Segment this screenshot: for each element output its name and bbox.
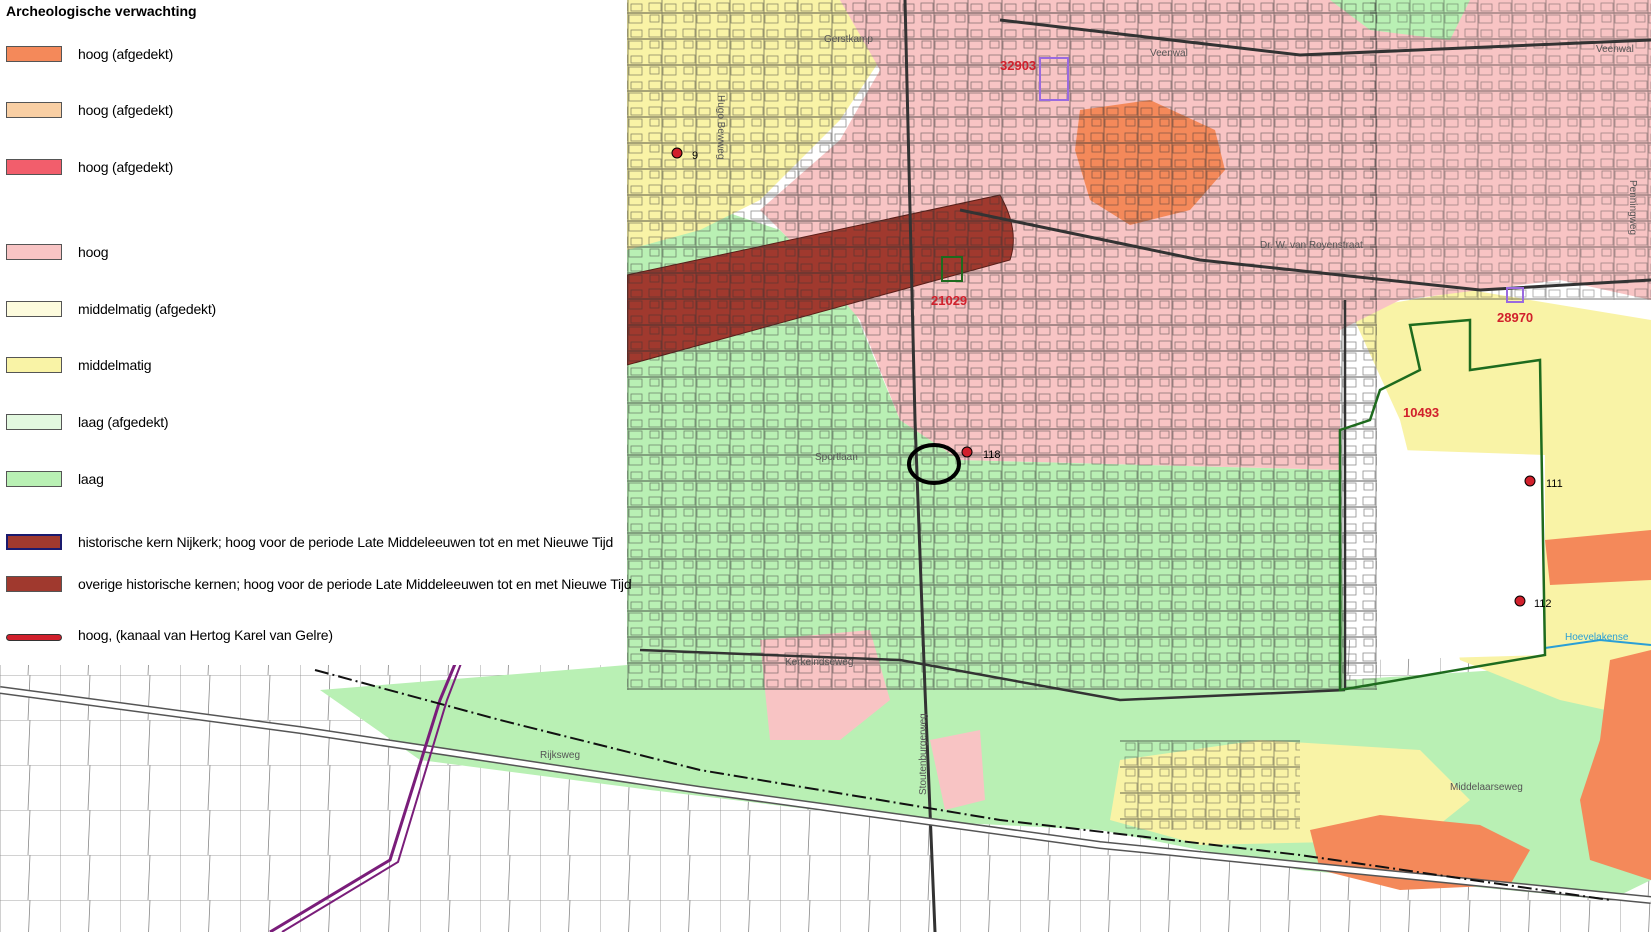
- legend-label: laag (afgedekt): [78, 414, 169, 430]
- point-label-9: 9: [692, 150, 698, 162]
- point-label-111: 111: [1546, 478, 1563, 490]
- street-label: Hugo Bewweg: [715, 95, 726, 159]
- legend-swatch: [6, 244, 62, 260]
- legend-label: middelmatig (afgedekt): [78, 301, 216, 317]
- site-label-32903: 32903: [1000, 58, 1036, 73]
- legend-title: Archeologische verwachting: [6, 3, 197, 19]
- legend-item-low: laag: [6, 470, 621, 490]
- legend-label: middelmatig: [78, 357, 152, 373]
- map-legend: Archeologische verwachting hoog (afgedek…: [0, 0, 632, 665]
- legend-item-high-covered-peach: hoog (afgedekt): [6, 101, 621, 121]
- legend-swatch: [6, 534, 62, 550]
- point-marker-118[interactable]: [961, 446, 973, 458]
- point-label-118: 118: [983, 449, 1001, 461]
- point-marker-111[interactable]: [1524, 475, 1536, 487]
- legend-swatch: [6, 357, 62, 373]
- street-label: Veenwal: [1150, 48, 1188, 59]
- legend-swatch: [6, 576, 62, 592]
- legend-swatch: [6, 159, 62, 175]
- legend-label: overige historische kernen; hoog voor de…: [78, 576, 632, 592]
- legend-item-medium: middelmatig: [6, 356, 621, 376]
- legend-swatch: [6, 634, 62, 641]
- legend-item-high-covered-red: hoog (afgedekt): [6, 158, 621, 178]
- point-marker-9[interactable]: [671, 147, 683, 159]
- legend-label: hoog: [78, 244, 109, 260]
- site-label-28970: 28970: [1497, 310, 1533, 325]
- street-label: Hoevelakense: [1565, 632, 1629, 643]
- point-label-112: 112: [1534, 598, 1552, 610]
- legend-item-other-historic-cores: overige historische kernen; hoog voor de…: [6, 575, 632, 595]
- urban-texture: [627, 0, 1377, 690]
- legend-item-historic-core-nijkerk: historische kern Nijkerk; hoog voor de p…: [6, 533, 621, 553]
- legend-swatch: [6, 471, 62, 487]
- legend-swatch: [6, 46, 62, 62]
- legend-item-low-covered: laag (afgedekt): [6, 413, 621, 433]
- street-label: Veenwal: [1596, 44, 1634, 55]
- legend-item-high-covered-orange: hoog (afgedekt): [6, 45, 621, 65]
- street-label: Kerkeindseweg: [785, 657, 853, 668]
- street-label: Sportlaan: [815, 452, 858, 463]
- legend-label: hoog (afgedekt): [78, 102, 174, 118]
- development-area: [1360, 450, 1545, 660]
- street-label: Gerstkamp: [824, 34, 873, 45]
- legend-item-canal: hoog, (kanaal van Hertog Karel van Gelre…: [6, 626, 621, 646]
- street-label: Stoutenburgerweg: [918, 713, 929, 795]
- legend-label: hoog (afgedekt): [78, 159, 174, 175]
- legend-swatch: [6, 301, 62, 317]
- site-label-21029: 21029: [931, 293, 967, 308]
- street-label: Middelaarseweg: [1450, 782, 1523, 793]
- site-label-10493: 10493: [1403, 405, 1439, 420]
- legend-swatch: [6, 414, 62, 430]
- legend-label: hoog, (kanaal van Hertog Karel van Gelre…: [78, 627, 333, 643]
- urban-texture-south: [1120, 740, 1300, 830]
- street-label: Penningweg: [1627, 180, 1638, 235]
- legend-label: laag: [78, 471, 104, 487]
- point-marker-112[interactable]: [1514, 595, 1526, 607]
- legend-label: historische kern Nijkerk; hoog voor de p…: [78, 534, 614, 550]
- legend-label: hoog (afgedekt): [78, 46, 174, 62]
- legend-swatch: [6, 102, 62, 118]
- legend-item-medium-covered: middelmatig (afgedekt): [6, 300, 621, 320]
- street-label: Dr. W. van Royenstraat: [1260, 240, 1363, 251]
- street-label: Rijksweg: [540, 750, 580, 761]
- legend-item-high: hoog: [6, 243, 621, 263]
